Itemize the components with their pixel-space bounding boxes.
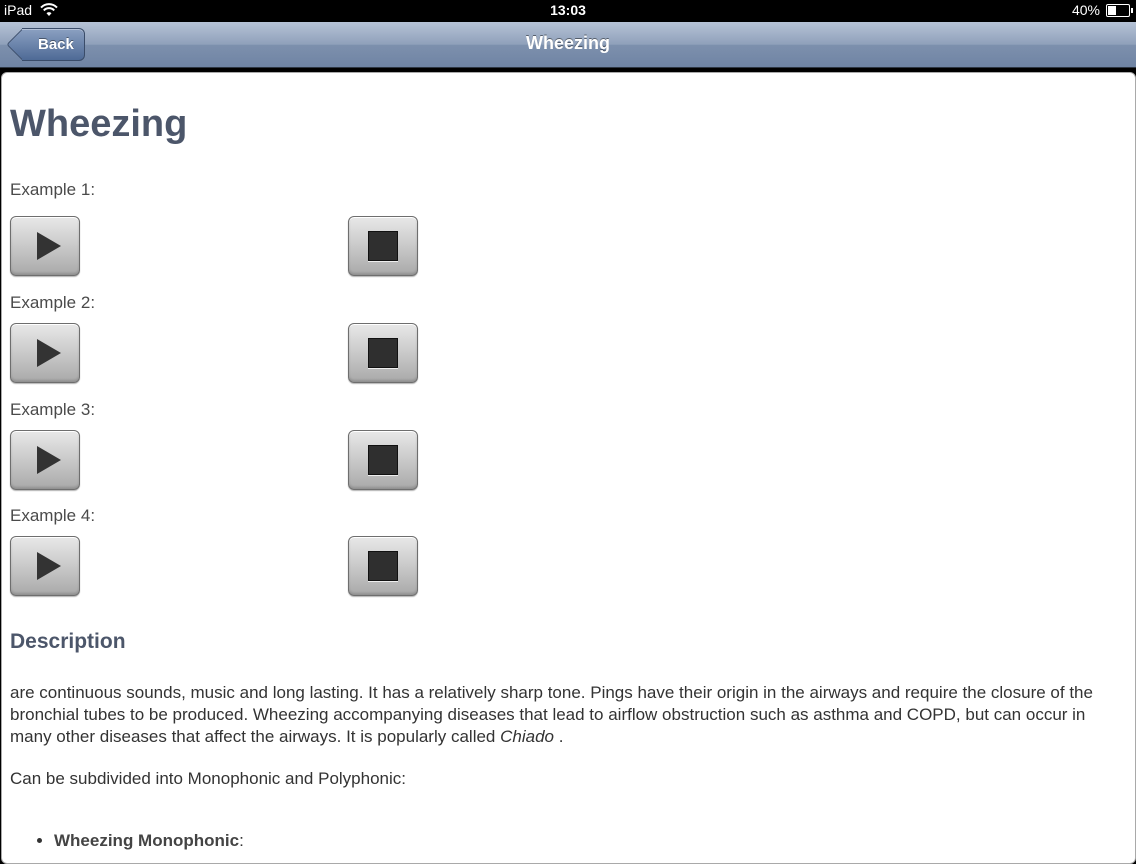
- nav-title: Wheezing: [526, 33, 610, 53]
- play-icon: [37, 339, 61, 367]
- example-label: Example 2:: [10, 293, 96, 312]
- subtype-list: Wheezing Monophonic:: [10, 831, 244, 851]
- play-button-example-1[interactable]: [10, 216, 80, 276]
- battery-level: [1108, 5, 1116, 15]
- navigation-bar: Back Wheezing: [0, 22, 1136, 68]
- play-icon: [37, 446, 61, 474]
- play-button-example-3[interactable]: [10, 430, 80, 490]
- description-heading: Description: [10, 630, 126, 653]
- list-item-title: Wheezing Monophonic: [54, 831, 240, 850]
- battery-icon: [1106, 3, 1133, 17]
- example-label: Example 1:: [10, 180, 96, 199]
- list-item-suffix: :: [239, 831, 244, 850]
- play-button-example-2[interactable]: [10, 323, 80, 383]
- description-end: .: [554, 727, 564, 746]
- stop-icon: [368, 445, 398, 475]
- stop-icon: [368, 231, 398, 261]
- example-label: Example 4:: [10, 506, 96, 525]
- stop-button-example-1[interactable]: [348, 216, 418, 276]
- battery-percent: 40%: [1071, 2, 1100, 18]
- description-paragraph: are continuous sounds, music and long la…: [10, 682, 1120, 748]
- status-right: 40%: [1071, 2, 1133, 18]
- play-button-example-4[interactable]: [10, 536, 80, 596]
- description-italic-term: Chiado: [500, 727, 554, 746]
- back-button[interactable]: Back: [22, 28, 85, 61]
- stop-button-example-4[interactable]: [348, 536, 418, 596]
- play-icon: [37, 552, 61, 580]
- stop-button-example-2[interactable]: [348, 323, 418, 383]
- stop-icon: [368, 338, 398, 368]
- list-item: Wheezing Monophonic:: [54, 831, 244, 851]
- stop-button-example-3[interactable]: [348, 430, 418, 490]
- example-label: Example 3:: [10, 400, 96, 419]
- status-time: 13:03: [550, 2, 586, 18]
- stop-icon: [368, 551, 398, 581]
- status-bar: iPad 13:03 40%: [0, 0, 1136, 22]
- content-pane[interactable]: Wheezing Example 1: Example 2: Example 3…: [1, 72, 1136, 864]
- subdivision-text: Can be subdivided into Monophonic and Po…: [10, 769, 406, 788]
- page-title: Wheezing: [10, 103, 188, 145]
- back-button-label: Back: [38, 36, 74, 53]
- play-icon: [37, 232, 61, 260]
